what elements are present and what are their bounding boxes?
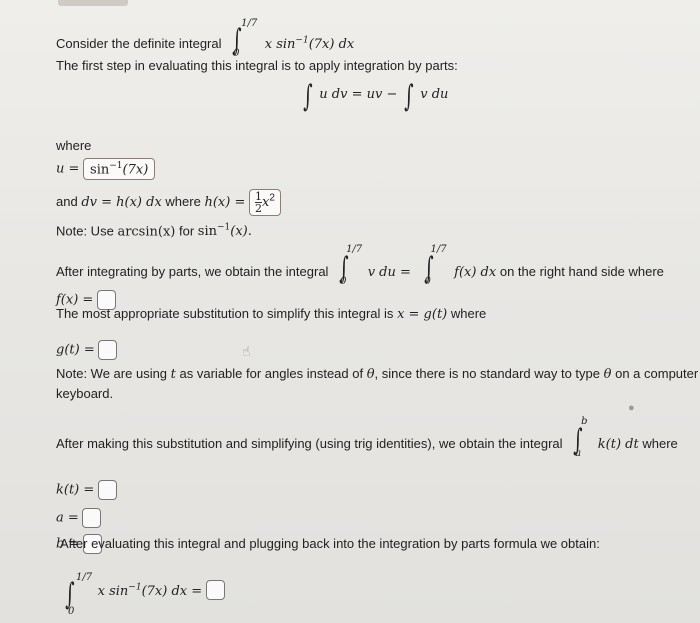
dv-expression: dv = h(x) dx — [81, 194, 162, 210]
u-answer-field[interactable]: sin−1(7x) — [83, 158, 156, 181]
note-theta: Note: We are using t as variable for ang… — [56, 366, 699, 382]
fx-integral: ∫ 1/7 0 — [423, 244, 447, 287]
dv-definition: and dv = h(x) dx where h(x) = 1 2 x2 — [56, 189, 281, 216]
h-label: h(x) = — [204, 194, 246, 210]
final-answer-box[interactable] — [205, 580, 225, 600]
parts-right: v du — [420, 87, 449, 102]
after-sub-line: After making this substitution and simpl… — [56, 416, 678, 459]
a-definition: a = — [56, 508, 102, 528]
integral-sign-icon: ∫ — [303, 79, 313, 114]
intro-line: Consider the definite integral ∫ 1/7 0 x… — [56, 18, 355, 59]
header-strip — [58, 0, 128, 6]
intro-text: Consider the definite integral — [56, 36, 222, 52]
parts-left: u dv = uv − — [319, 87, 398, 102]
note-theta-line2: keyboard. — [56, 386, 114, 401]
a-answer-box[interactable] — [82, 508, 102, 528]
intro-upper-limit: 1/7 — [241, 18, 258, 29]
k-definition: k(t) = — [56, 480, 117, 500]
u-definition: u = sin−1(7x) — [56, 158, 156, 181]
question-page: Consider the definite integral ∫ 1/7 0 x… — [0, 0, 700, 623]
dot-icon: ● — [628, 402, 635, 414]
u-label: u = — [56, 161, 80, 177]
note-arcsin: Note: Use arcsin(x) for sin−1(x). — [56, 223, 252, 240]
g-answer-box[interactable] — [98, 340, 118, 360]
h-answer-field[interactable]: 1 2 x2 — [248, 189, 281, 216]
after-parts-line: After integrating by parts, we obtain th… — [56, 244, 664, 287]
substitution-line: The most appropriate substitution to sim… — [56, 306, 487, 322]
kt-integral: ∫ b a — [573, 416, 588, 459]
vdu-integral: ∫ 1/7 0 — [339, 244, 363, 287]
hand-cursor-icon: ☝ — [242, 343, 251, 359]
k-answer-box[interactable] — [97, 480, 117, 500]
intro-integrand: x sin−1(7x) dx — [264, 36, 355, 53]
where-label: where — [56, 138, 92, 153]
final-expression: ∫ 1/7 0 x sin−1(7x) dx = — [56, 570, 225, 618]
parts-formula: ∫ u dv = uv − ∫ v du — [300, 80, 448, 114]
intro-integral: ∫ 1/7 0 — [225, 18, 257, 59]
integral-sign-icon: ∫ — [404, 79, 414, 114]
final-integral: ∫ 1/7 0 — [65, 572, 93, 617]
g-definition: g(t) = — [56, 340, 118, 360]
final-text: After evaluating this integral and plugg… — [60, 536, 600, 551]
first-step-text: The first step in evaluating this integr… — [56, 58, 458, 73]
